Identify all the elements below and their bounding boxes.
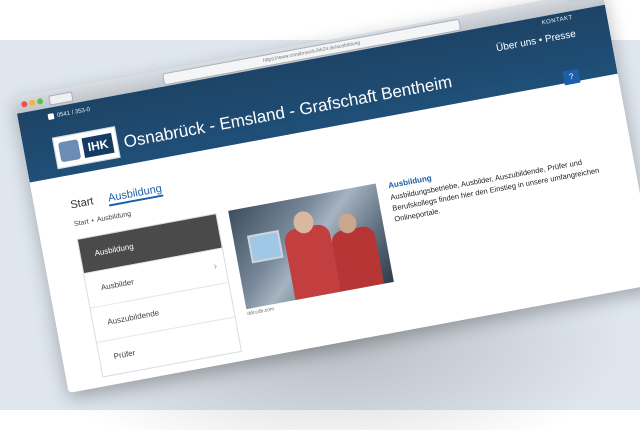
worker-figure: [282, 222, 341, 301]
teaser-image[interactable]: [228, 183, 394, 310]
top-navigation[interactable]: Über uns • Presse: [495, 29, 576, 55]
breadcrumb-home[interactable]: Start: [73, 219, 89, 229]
maximize-window-icon[interactable]: [36, 97, 44, 105]
sidebar-item-label: Auszubildende: [106, 308, 160, 327]
tab-ausbildung[interactable]: Ausbildung: [107, 182, 164, 207]
phone-info: 0541 / 353-0: [47, 106, 91, 121]
phone-number: 0541 / 353-0: [56, 106, 91, 119]
help-button[interactable]: ?: [562, 68, 581, 86]
worker-figure: [329, 224, 385, 292]
minimize-window-icon[interactable]: [28, 99, 36, 107]
breadcrumb-current: Ausbildung: [96, 210, 132, 224]
ihk-logo[interactable]: IHK: [51, 126, 121, 170]
sidebar-item-label: Ausbilder: [100, 277, 135, 293]
site-title: Osnabrück - Emsland - Grafschaft Benthei…: [122, 72, 454, 152]
phone-icon: [47, 113, 55, 121]
sidebar-item-label: Ausbildung: [93, 241, 135, 258]
teaser-text: Ausbildungsbetriebe, Ausbilder, Auszubil…: [389, 157, 600, 224]
region-map-icon: [57, 139, 82, 163]
monitor-shape: [247, 230, 284, 264]
breadcrumb: Start • Ausbildung: [73, 211, 131, 228]
sidebar-item-label: Prüfer: [112, 348, 137, 362]
tab-start[interactable]: Start: [69, 195, 94, 211]
tab-bar: Start Ausbildung: [69, 181, 175, 214]
sidebar-menu: Ausbildung Ausbilder › Auszubildende Prüf…: [76, 213, 243, 378]
logo-text: IHK: [81, 132, 115, 159]
breadcrumb-separator: •: [90, 217, 95, 225]
chevron-right-icon: ›: [212, 260, 219, 273]
close-window-icon[interactable]: [20, 100, 28, 108]
kontakt-link[interactable]: KONTAKT: [541, 15, 573, 27]
